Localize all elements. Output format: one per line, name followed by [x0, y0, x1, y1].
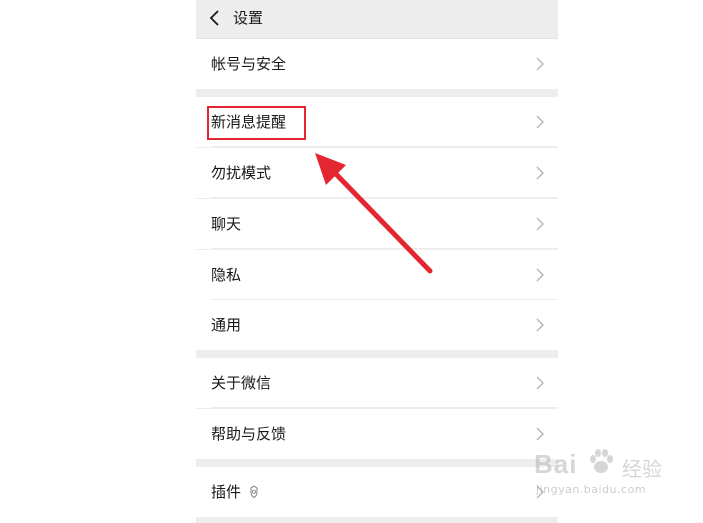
settings-item-label: 插件 — [211, 483, 242, 501]
chevron-right-icon — [536, 57, 544, 71]
chevron-right-icon — [536, 115, 544, 129]
settings-item-help-feedback[interactable]: 帮助与反馈 — [196, 409, 558, 459]
page-title: 设置 — [233, 9, 264, 27]
chevron-right-icon — [536, 427, 544, 441]
watermark-brand-cn: 经验 — [622, 457, 662, 481]
settings-item-label: 关于微信 — [211, 374, 272, 392]
chevron-right-icon — [536, 376, 544, 390]
row-divider — [211, 197, 558, 198]
settings-item-label: 聊天 — [211, 215, 242, 233]
settings-screen: 设置 帐号与安全 新消息提醒 勿扰模式 聊天 隐私 通用 关于微信 帮助与反馈 … — [196, 0, 558, 523]
settings-item-about-wechat[interactable]: 关于微信 — [196, 358, 558, 408]
settings-item-account-security[interactable]: 帐号与安全 — [196, 39, 558, 89]
settings-item-new-message-notification[interactable]: 新消息提醒 — [196, 97, 558, 147]
chevron-right-icon — [536, 268, 544, 282]
settings-item-chat[interactable]: 聊天 — [196, 199, 558, 249]
nav-bar: 设置 — [196, 0, 558, 39]
settings-item-label: 勿扰模式 — [211, 164, 272, 182]
settings-item-label: 帐号与安全 — [211, 55, 287, 73]
row-divider — [211, 248, 558, 249]
settings-item-label: 新消息提醒 — [211, 113, 287, 131]
settings-item-privacy[interactable]: 隐私 — [196, 250, 558, 300]
settings-item-general[interactable]: 通用 — [196, 300, 558, 350]
settings-item-label: 隐私 — [211, 266, 242, 284]
settings-item-do-not-disturb[interactable]: 勿扰模式 — [196, 148, 558, 198]
settings-item-label: 通用 — [211, 316, 242, 334]
baidu-paw-icon — [590, 449, 613, 473]
settings-item-plugins[interactable]: 插件 — [196, 467, 558, 517]
chevron-right-icon — [536, 318, 544, 332]
row-divider — [211, 146, 558, 147]
settings-item-label: 帮助与反馈 — [211, 425, 287, 443]
screenshot-stage: 设置 帐号与安全 新消息提醒 勿扰模式 聊天 隐私 通用 关于微信 帮助与反馈 … — [0, 0, 703, 523]
chevron-right-icon — [536, 217, 544, 231]
chevron-left-icon[interactable] — [208, 9, 224, 27]
chevron-right-icon — [536, 485, 544, 499]
plugin-badge-icon — [250, 485, 258, 499]
chevron-right-icon — [536, 166, 544, 180]
row-divider — [211, 407, 558, 408]
